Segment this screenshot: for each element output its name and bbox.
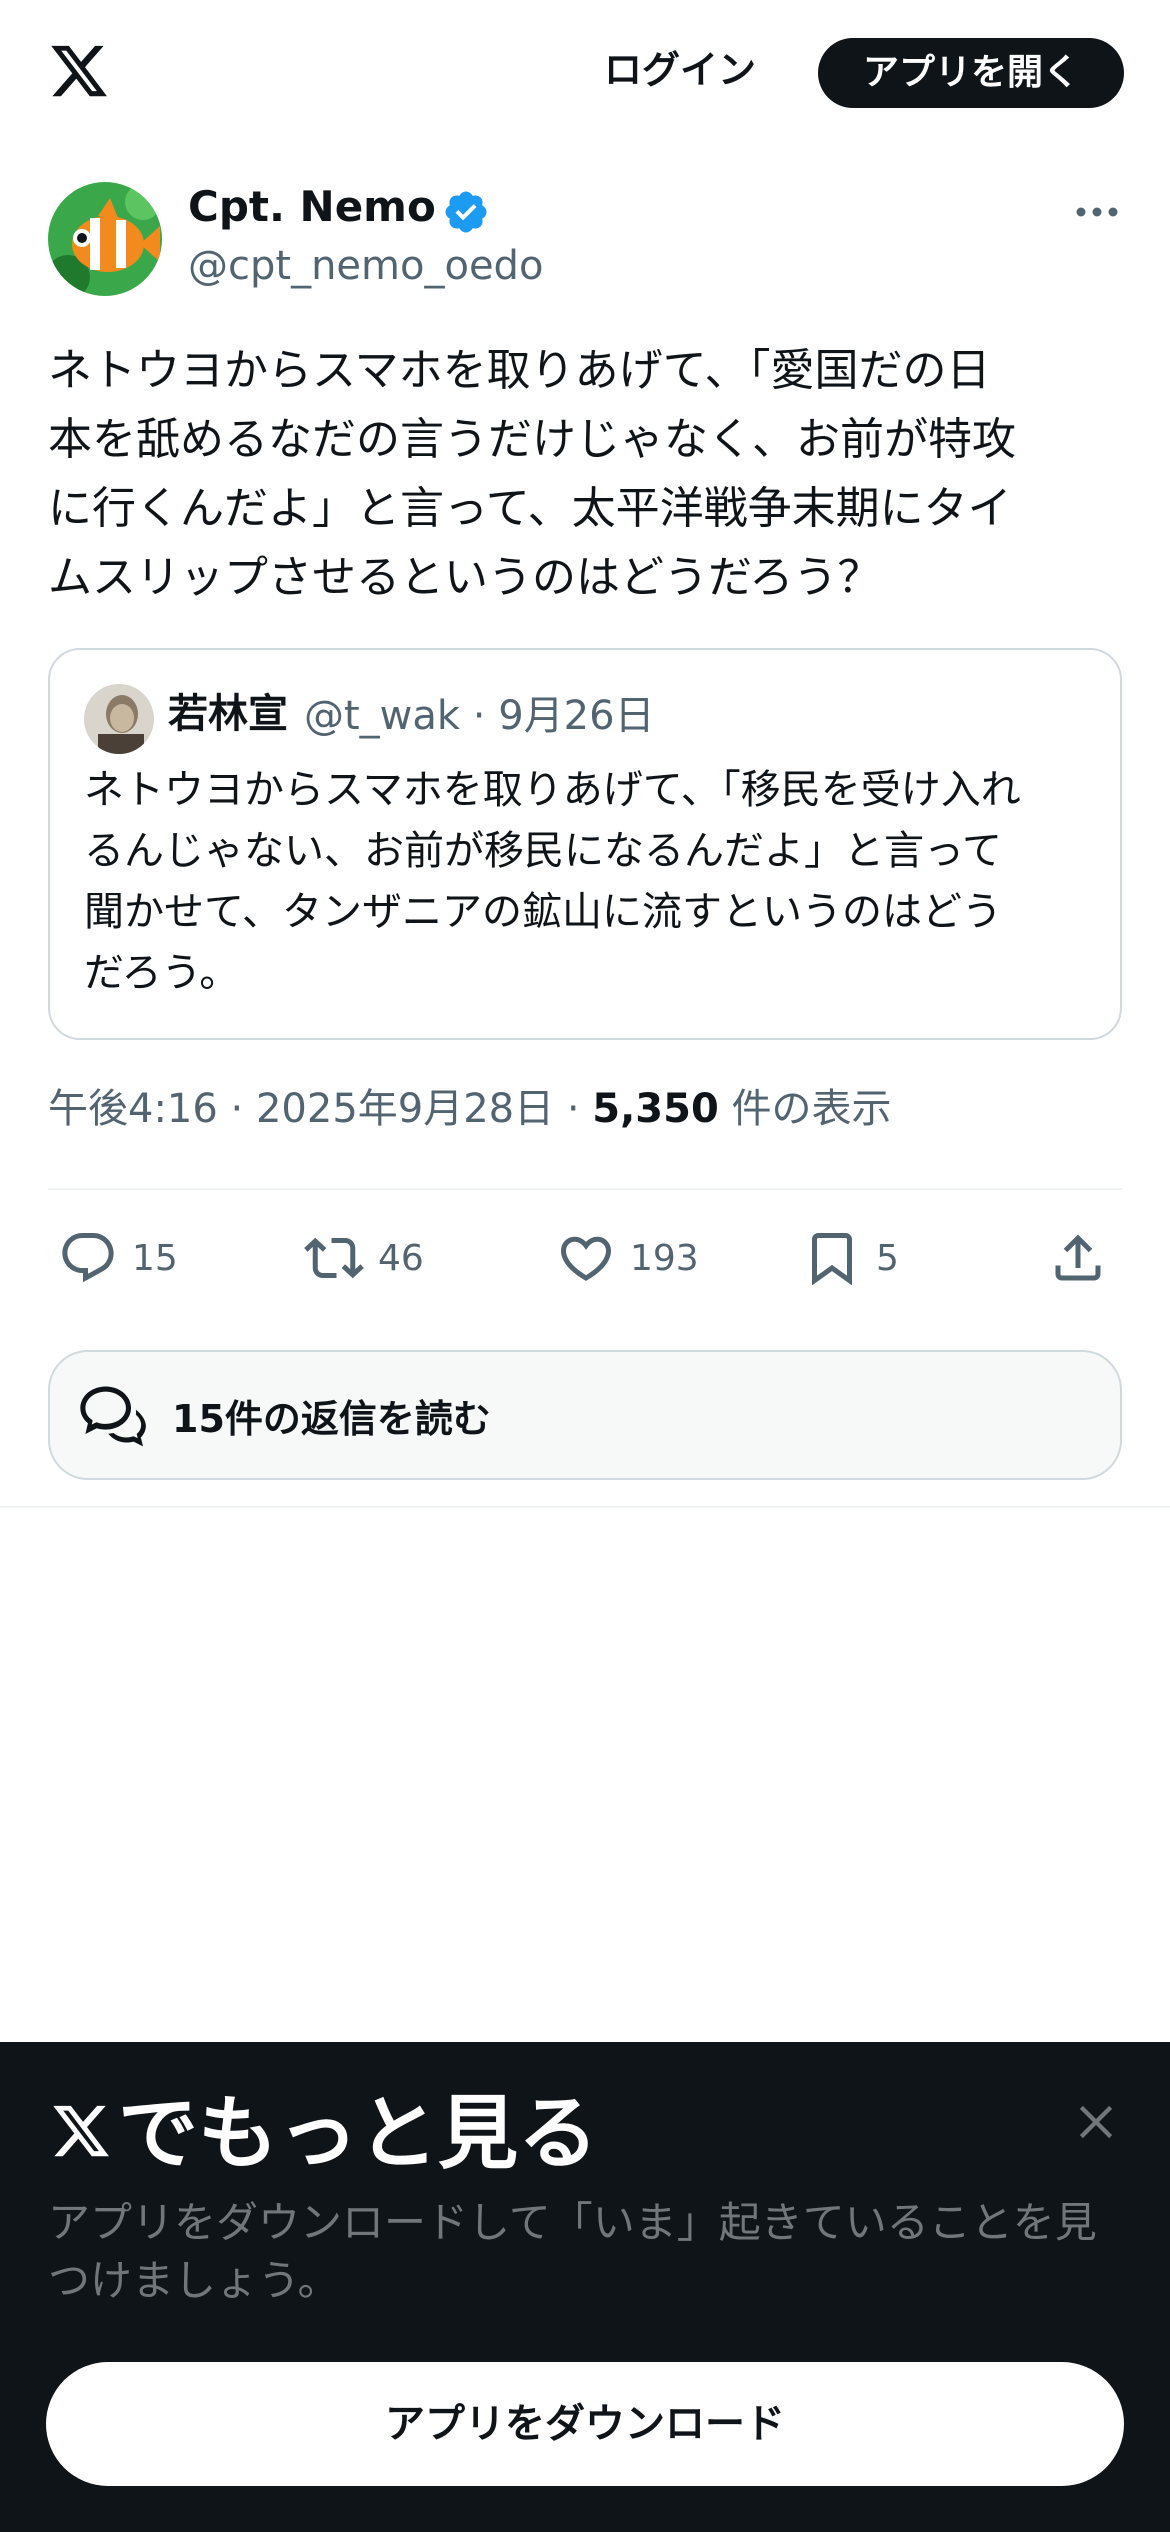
like-button[interactable]: 193	[556, 1222, 699, 1294]
quoted-author-name: 若林宣	[168, 691, 288, 737]
reply-count: 15	[132, 1237, 178, 1279]
download-app-button[interactable]: アプリをダウンロード	[46, 2362, 1124, 2486]
reply-button[interactable]: 15	[58, 1222, 178, 1294]
read-replies-label: 15件の返信を読む	[172, 1396, 491, 1441]
share-icon	[1055, 1234, 1101, 1281]
retweet-button[interactable]: 46	[304, 1222, 424, 1294]
views-label: 件の表示	[718, 1086, 892, 1132]
x-logo-icon[interactable]	[48, 40, 110, 102]
heart-icon	[560, 1236, 612, 1281]
clownfish-avatar-image	[48, 182, 162, 296]
tweet-timestamp[interactable]: 午後4:16 · 2025年9月28日 ·	[48, 1086, 592, 1132]
tweet-text-line: ネトウヨからスマホを取りあげて、「愛国だの日	[48, 345, 991, 396]
sheet-description-line: つけましょう。	[48, 2256, 340, 2305]
verified-badge-icon	[445, 191, 487, 233]
bookmark-count: 5	[876, 1237, 899, 1279]
more-dots-icon[interactable]	[1072, 192, 1122, 232]
author-avatar[interactable]	[48, 182, 162, 296]
author-handle[interactable]: @cpt_nemo_oedo	[188, 240, 543, 292]
retweet-count: 46	[378, 1237, 424, 1279]
quoted-tweet-text: ネトウヨからスマホを取りあげて、「移民を受け入れ るんじゃない、お前が移民になる…	[84, 760, 1094, 1004]
quoted-text-line: るんじゃない、お前が移民になるんだよ」と言って	[84, 828, 1002, 874]
quoted-text-line: 聞かせて、タンザニアの鉱山に流すというのはどう	[84, 889, 1002, 935]
author-display-name[interactable]: Cpt. Nemo	[188, 180, 436, 234]
chat-bubbles-icon	[80, 1386, 146, 1447]
sheet-title: でもっと見る	[118, 2087, 598, 2180]
tweet-text-line: に行くんだよ」と言って、太平洋戦争末期にタイ	[48, 483, 1012, 534]
quoted-tweet-card[interactable]: 若林宣 @t_wak · 9月26日 ネトウヨからスマホを取りあげて、「移民を受…	[48, 648, 1122, 1040]
sheet-description-line: アプリをダウンロードして「いま」起きていることを見	[48, 2198, 1097, 2247]
like-count: 193	[630, 1237, 699, 1279]
reply-icon	[62, 1233, 114, 1283]
top-bar: ログイン アプリを開く	[0, 0, 1170, 150]
divider	[0, 1506, 1170, 1508]
tweet-meta: 午後4:16 · 2025年9月28日 · 5,350 件の表示	[48, 1082, 892, 1136]
sheet-description: アプリをダウンロードして「いま」起きていることを見 つけましょう。	[48, 2194, 1128, 2310]
quoted-author-avatar	[84, 684, 154, 754]
read-replies-button[interactable]: 15件の返信を読む	[48, 1350, 1122, 1480]
divider	[48, 1188, 1122, 1190]
quoted-text-line: だろう。	[84, 950, 240, 996]
tweet-text-line: ムスリップさせるというのはどうだろう？	[48, 552, 882, 603]
views-count: 5,350	[592, 1086, 719, 1132]
quoted-text-line: ネトウヨからスマホを取りあげて、「移民を受け入れ	[84, 767, 1021, 813]
tweet-text-line: 本を舐めるなだの言うだけじゃなく、お前が特攻	[48, 414, 1016, 465]
retweet-icon	[304, 1237, 364, 1279]
quoted-author-meta: @t_wak · 9月26日	[304, 693, 655, 739]
close-icon[interactable]	[1070, 2096, 1122, 2148]
bookmark-icon	[812, 1233, 852, 1286]
x-logo-icon	[53, 2105, 109, 2157]
app-promo-sheet: でもっと見る アプリをダウンロードして「いま」起きていることを見 つけましょう。…	[0, 2042, 1170, 2532]
open-app-button[interactable]: アプリを開く	[818, 38, 1124, 108]
bookmark-button[interactable]: 5	[802, 1222, 899, 1294]
portrait-avatar-image	[84, 684, 154, 754]
tweet-text: ネトウヨからスマホを取りあげて、「愛国だの日 本を舐めるなだの言うだけじゃなく、…	[48, 336, 1128, 612]
share-button[interactable]	[1048, 1222, 1108, 1294]
login-button[interactable]: ログイン	[580, 34, 780, 106]
